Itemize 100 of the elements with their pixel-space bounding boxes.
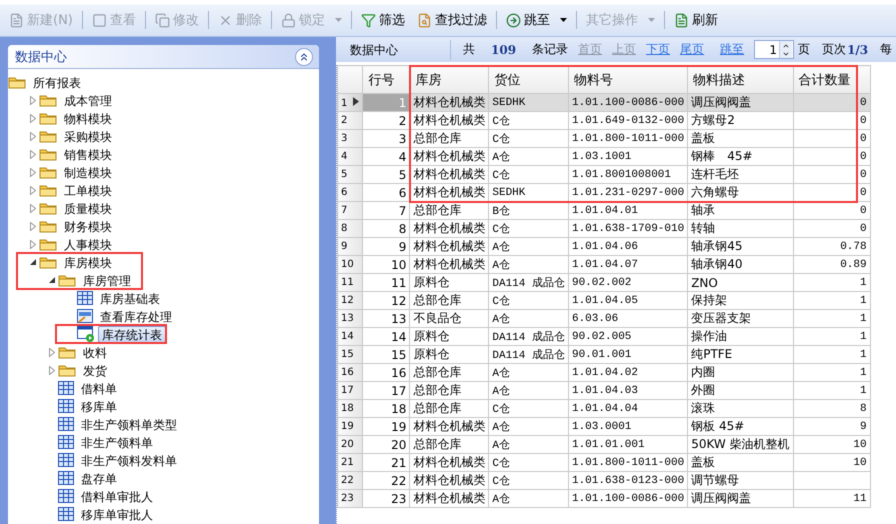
- table-cell: 90.01.001: [568, 346, 688, 364]
- row-header[interactable]: 19: [338, 418, 363, 436]
- table-cell: 8: [362, 220, 410, 238]
- toolbar-button[interactable]: 筛选: [356, 7, 410, 33]
- collapsed-arrow-icon[interactable]: [30, 168, 36, 176]
- collapse-button[interactable]: [295, 48, 313, 66]
- table-cell: A仓: [488, 148, 568, 166]
- row-header[interactable]: 2: [338, 112, 363, 130]
- row-header[interactable]: 9: [338, 238, 363, 256]
- row-header[interactable]: 20: [338, 436, 363, 454]
- column-header[interactable]: 物料号: [568, 66, 688, 94]
- row-header[interactable]: 22: [338, 472, 363, 490]
- row-header[interactable]: 8: [338, 220, 363, 238]
- pager-link[interactable]: 尾页: [680, 41, 704, 58]
- tree-item[interactable]: 移库单: [77, 398, 121, 414]
- record-count: 109: [491, 42, 516, 56]
- table-cell: 原料仓: [410, 274, 489, 292]
- table-cell: 调压阀阀盖: [688, 94, 794, 112]
- row-header[interactable]: 17: [338, 382, 363, 400]
- row-header[interactable]: 6: [338, 184, 363, 202]
- column-header[interactable]: 库房: [410, 66, 489, 94]
- row-header[interactable]: 11: [338, 274, 363, 292]
- table-cell: 1: [793, 328, 870, 346]
- page-spinner[interactable]: 1: [754, 40, 794, 59]
- tree-item[interactable]: 财务模块: [60, 218, 116, 234]
- collapsed-arrow-icon[interactable]: [30, 132, 36, 140]
- table-cell: 50KW 柴油机整机: [688, 436, 794, 454]
- row-header[interactable]: 10: [338, 256, 363, 274]
- grid-title: 数据中心: [336, 40, 451, 60]
- toolbar-button[interactable]: 查找过滤: [412, 7, 492, 33]
- tree-item[interactable]: 盘存单: [77, 470, 121, 486]
- expanded-arrow-icon[interactable]: [49, 277, 55, 283]
- collapsed-arrow-icon[interactable]: [30, 186, 36, 194]
- table-cell: 内圈: [688, 364, 794, 382]
- row-header[interactable]: 3: [338, 130, 363, 148]
- table-cell: 总部仓库: [410, 400, 489, 418]
- row-header[interactable]: 14: [338, 328, 363, 346]
- pager-link[interactable]: 下页: [646, 41, 670, 58]
- folder-icon: [58, 345, 76, 359]
- tree-item[interactable]: 库存统计表: [98, 326, 166, 342]
- tree-item[interactable]: 非生产领料单: [77, 434, 157, 450]
- tree-item[interactable]: 采购模块: [60, 128, 116, 144]
- tree-item[interactable]: 制造模块: [60, 164, 116, 180]
- toolbar-button[interactable]: 刷新: [668, 7, 723, 33]
- table-cell: 1.01.04.03: [568, 382, 688, 400]
- table-icon: [58, 381, 74, 395]
- tree-item[interactable]: 非生产领料单类型: [77, 416, 181, 432]
- tree-item[interactable]: 工单模块: [60, 182, 116, 198]
- tree-item[interactable]: 库房模块: [60, 254, 116, 270]
- tree-item[interactable]: 库房管理: [79, 272, 135, 288]
- row-header[interactable]: 15: [338, 346, 363, 364]
- tree-item[interactable]: 借料单审批人: [77, 488, 157, 504]
- tree-item[interactable]: 非生产领料发料单: [77, 452, 181, 468]
- tree-item[interactable]: 人事模块: [60, 236, 116, 252]
- column-header[interactable]: 货位: [488, 66, 568, 94]
- column-header[interactable]: 行号: [362, 66, 410, 94]
- column-header[interactable]: 物料描述: [688, 66, 794, 94]
- tree-item[interactable]: 移库单审批人: [77, 506, 157, 522]
- collapsed-arrow-icon[interactable]: [30, 150, 36, 158]
- column-header[interactable]: 合计数量: [793, 66, 870, 94]
- table-cell: 11: [362, 274, 410, 292]
- table-cell: 1.01.01.001: [568, 436, 688, 454]
- row-header[interactable]: 13: [338, 310, 363, 328]
- tree-item[interactable]: 物料模块: [60, 110, 116, 126]
- tree-item[interactable]: 收料: [79, 344, 111, 360]
- row-header[interactable]: 23: [338, 490, 363, 508]
- expanded-arrow-icon[interactable]: [30, 259, 36, 265]
- table-cell: 6.03.06: [568, 310, 688, 328]
- row-header[interactable]: 4: [338, 148, 363, 166]
- collapsed-arrow-icon[interactable]: [30, 96, 36, 104]
- table-cell: 转轴: [688, 220, 794, 238]
- collapsed-arrow-icon[interactable]: [49, 348, 55, 356]
- table-icon: [58, 489, 74, 503]
- tree-item[interactable]: 查看库存处理: [96, 308, 176, 324]
- row-header[interactable]: 7: [338, 202, 363, 220]
- table-cell: 9: [793, 418, 870, 436]
- row-header[interactable]: 16: [338, 364, 363, 382]
- tree-item[interactable]: 库房基础表: [96, 290, 164, 306]
- row-header[interactable]: 5: [338, 166, 363, 184]
- pager-link[interactable]: 跳至: [720, 41, 744, 58]
- row-header[interactable]: 21: [338, 454, 363, 472]
- row-header[interactable]: 12: [338, 292, 363, 310]
- tree-item[interactable]: 借料单: [77, 380, 121, 396]
- tree-item[interactable]: 销售模块: [60, 146, 116, 162]
- row-header[interactable]: 18: [338, 400, 363, 418]
- row-header[interactable]: 1: [338, 94, 363, 112]
- tree-item[interactable]: 发货: [79, 362, 111, 378]
- table-cell: 1: [793, 292, 870, 310]
- tree-item[interactable]: 所有报表: [29, 74, 85, 90]
- page-field[interactable]: 1: [755, 42, 780, 56]
- table-cell: C仓: [488, 112, 568, 130]
- collapsed-arrow-icon[interactable]: [49, 366, 55, 374]
- collapsed-arrow-icon[interactable]: [30, 204, 36, 212]
- table-cell: 材料仓机械类: [410, 256, 489, 274]
- tree-item[interactable]: 成本管理: [60, 92, 116, 108]
- collapsed-arrow-icon[interactable]: [30, 240, 36, 248]
- collapsed-arrow-icon[interactable]: [30, 114, 36, 122]
- toolbar-button[interactable]: 跳至: [500, 7, 572, 33]
- collapsed-arrow-icon[interactable]: [30, 222, 36, 230]
- tree-item[interactable]: 质量模块: [60, 200, 116, 216]
